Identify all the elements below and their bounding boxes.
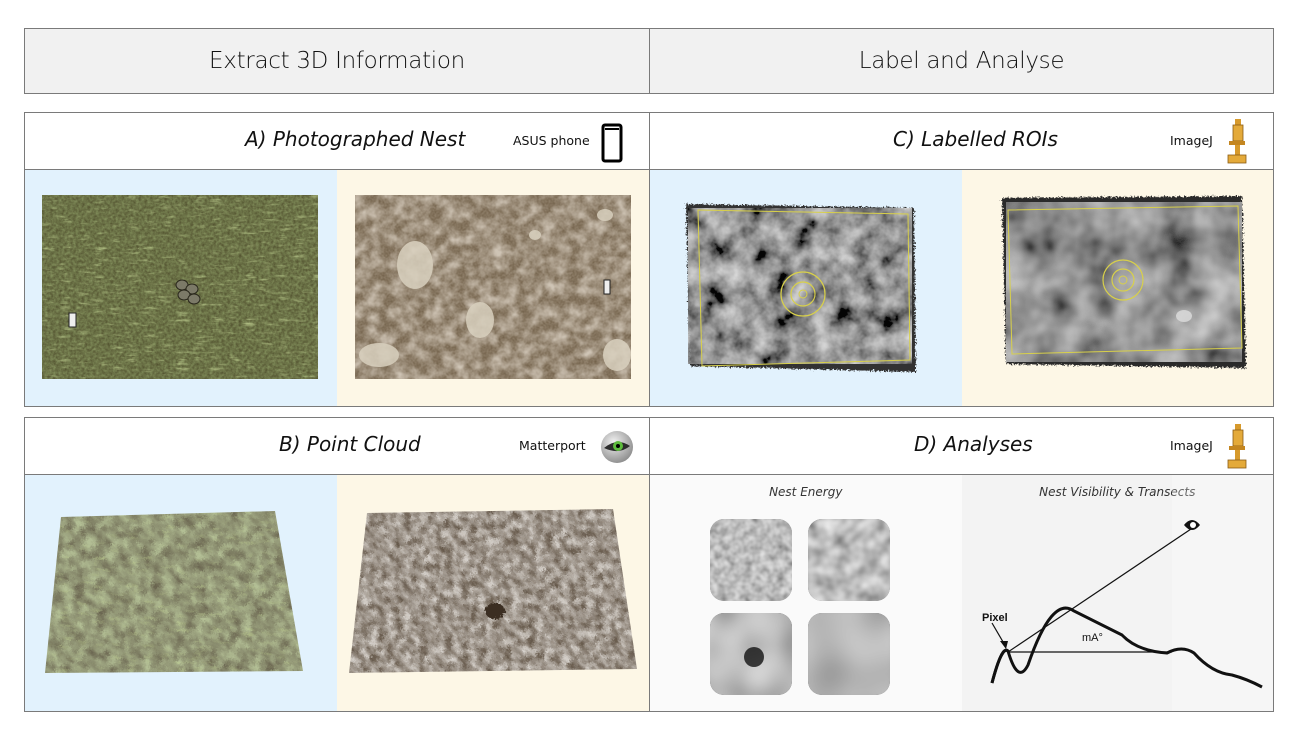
panel-c-title: C) Labelled ROIs xyxy=(893,127,1058,151)
panel-b-tool: Matterport xyxy=(519,438,586,453)
panel-c-right xyxy=(961,170,1273,406)
visibility-transect-diagram: Pixel mA° xyxy=(982,475,1273,711)
panel-b-title: B) Point Cloud xyxy=(279,432,421,456)
panel-b-left xyxy=(25,475,337,711)
point-cloud-stony xyxy=(349,509,637,673)
energy-tile-2 xyxy=(808,519,890,601)
microscope-icon xyxy=(1227,119,1247,164)
energy-tile-4 xyxy=(808,613,890,695)
panel-photographed-nest: A) Photographed Nest ASUS phone xyxy=(24,112,650,407)
panel-labelled-rois: C) Labelled ROIs ImageJ xyxy=(649,112,1274,407)
panel-a-title: A) Photographed Nest xyxy=(245,127,466,151)
phone-icon xyxy=(601,123,623,163)
nest-energy-label: Nest Energy xyxy=(769,485,843,499)
panel-b-title-bar: B) Point Cloud Matterport xyxy=(25,418,649,475)
panel-a-title-bar: A) Photographed Nest ASUS phone xyxy=(25,113,649,170)
panel-analyses: D) Analyses ImageJ Nest Energy Nest Visi… xyxy=(649,417,1274,712)
eye-logo-icon xyxy=(601,431,633,463)
panel-d-left: Nest Energy xyxy=(650,475,962,711)
nest-photo-grass xyxy=(42,195,318,379)
panel-d-right: Nest Visibility & Transects Pixel mA° xyxy=(961,475,1273,711)
header-extract-3d-label: Extract 3D Information xyxy=(209,48,465,74)
header-label-analyse-label: Label and Analyse xyxy=(858,48,1065,74)
header-label-analyse: Label and Analyse xyxy=(649,28,1274,94)
roi-grayscale-map-2 xyxy=(1001,196,1246,368)
panel-d-title-bar: D) Analyses ImageJ xyxy=(650,418,1273,475)
panel-c-left xyxy=(650,170,962,406)
panel-a-left xyxy=(25,170,337,406)
point-cloud-grass xyxy=(45,511,303,673)
pixel-label: Pixel xyxy=(982,612,1008,624)
panel-a-tool: ASUS phone xyxy=(513,133,590,148)
panel-c-title-bar: C) Labelled ROIs ImageJ xyxy=(650,113,1273,170)
nest-photo-stony xyxy=(355,195,631,379)
roi-grayscale-map-1 xyxy=(686,204,916,372)
header-extract-3d: Extract 3D Information xyxy=(24,28,650,94)
panel-d-title: D) Analyses xyxy=(914,432,1033,456)
panel-c-tool: ImageJ xyxy=(1170,133,1213,148)
panel-point-cloud: B) Point Cloud Matterport xyxy=(24,417,650,712)
angle-label: mA° xyxy=(1082,632,1103,644)
panel-d-tool: ImageJ xyxy=(1170,438,1213,453)
microscope-icon xyxy=(1227,424,1247,469)
energy-tile-1 xyxy=(710,519,792,601)
panel-a-right xyxy=(337,170,649,406)
panel-b-right xyxy=(337,475,649,711)
energy-tile-3 xyxy=(710,613,792,695)
